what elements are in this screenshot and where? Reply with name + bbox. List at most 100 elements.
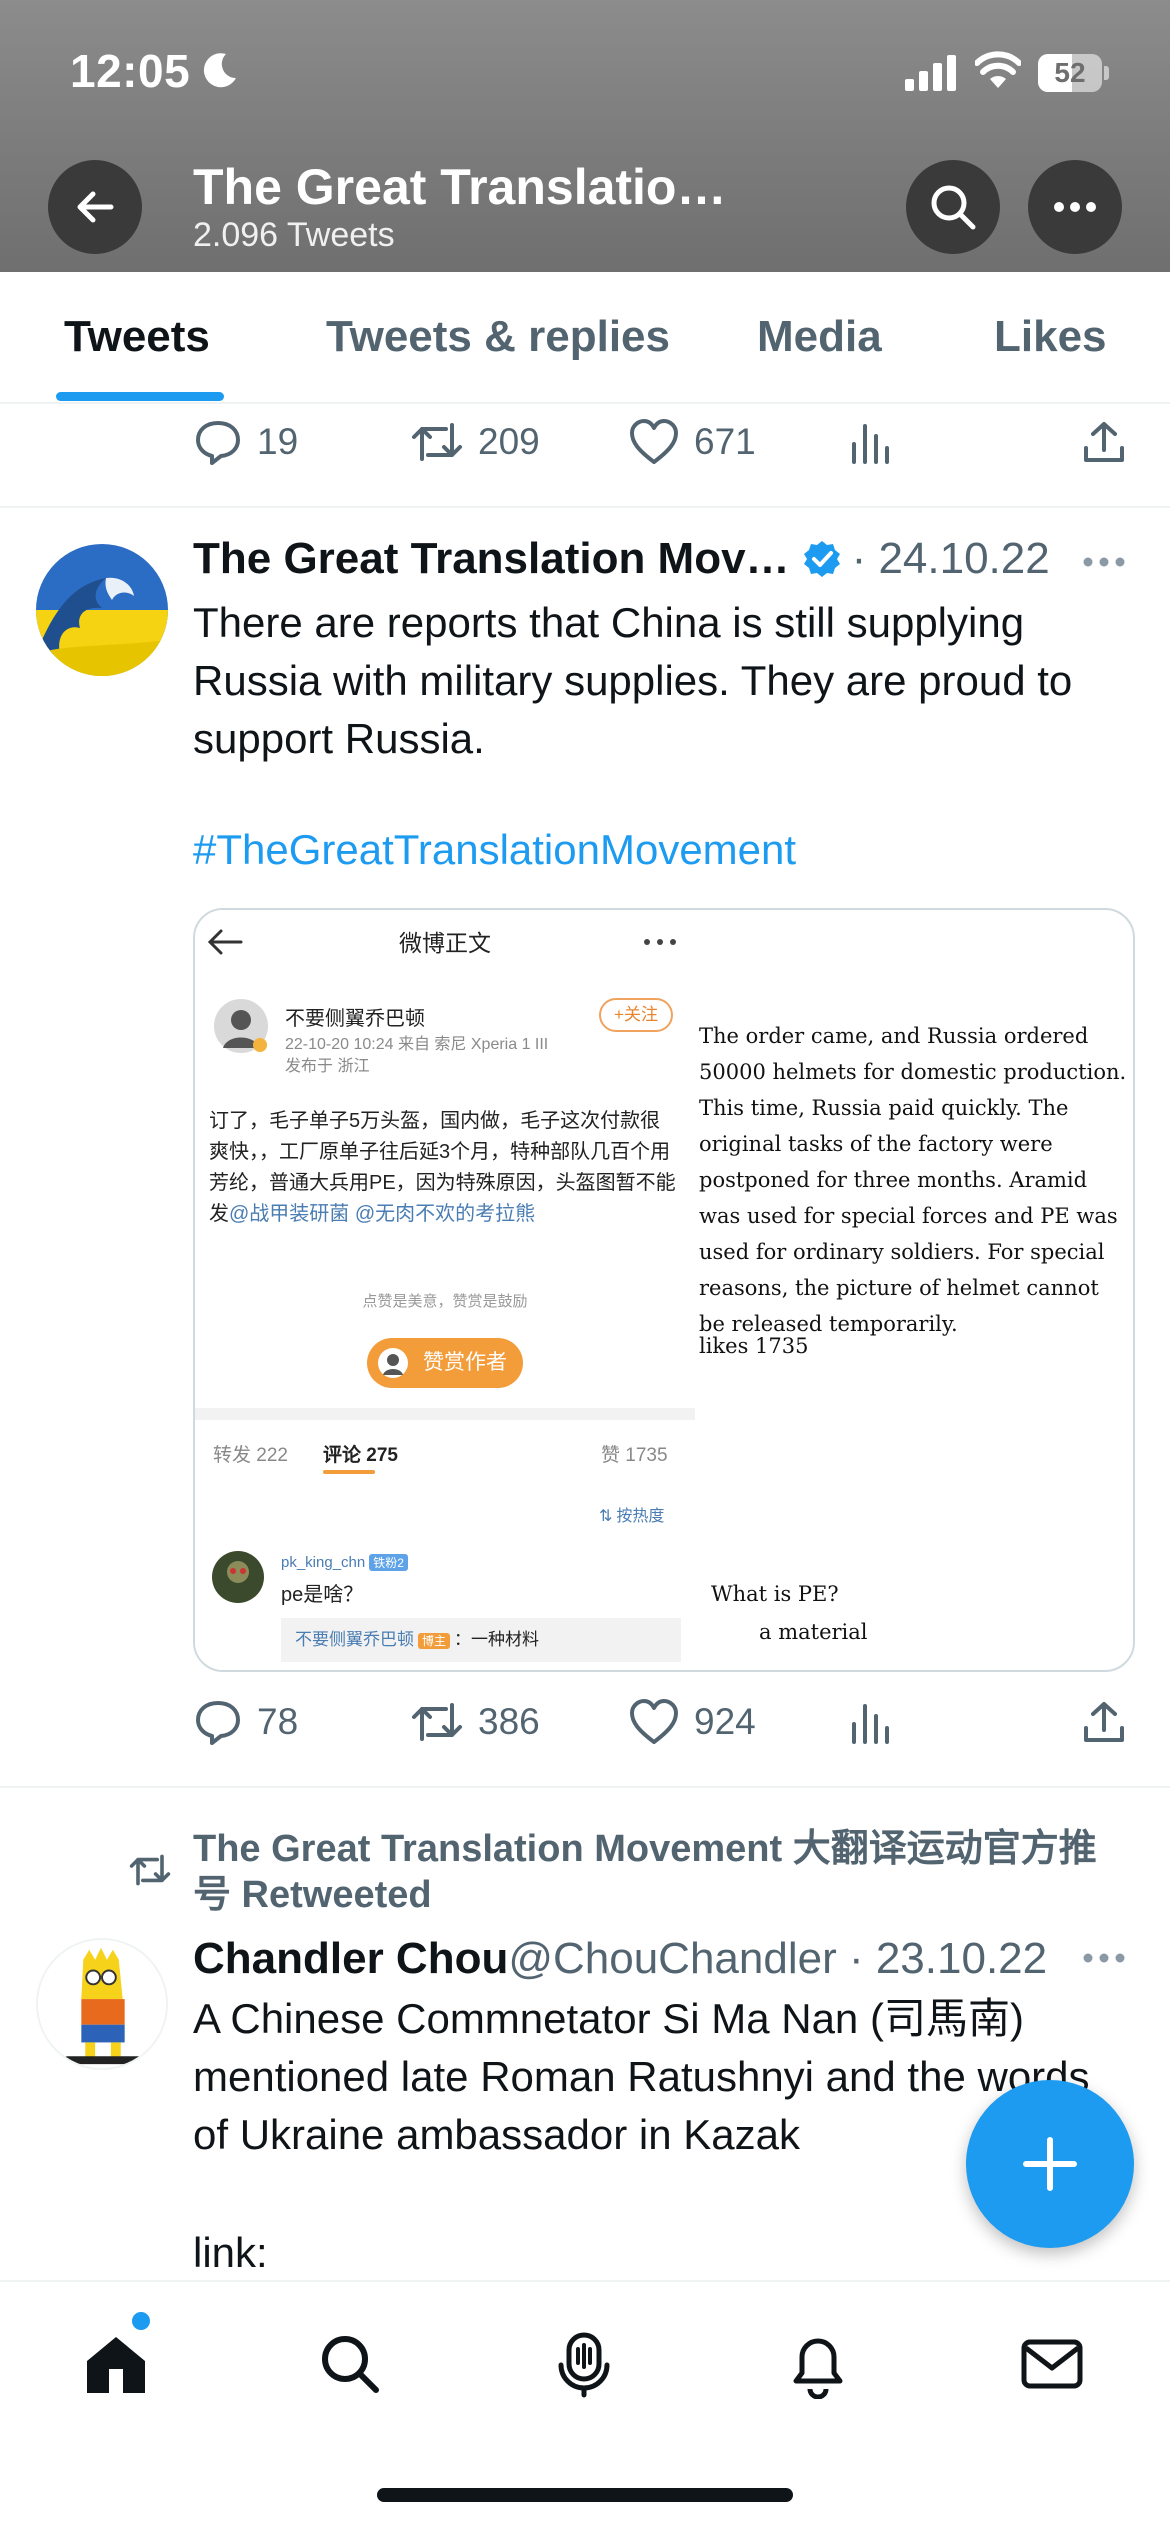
reply-icon bbox=[196, 421, 240, 465]
prev-tweet-action-bar: 19 209 671 bbox=[0, 412, 1170, 472]
avatar[interactable] bbox=[36, 1938, 168, 2070]
tweet-header: Chandler Chou @ChouChandler · 23.10.22 bbox=[193, 1934, 1047, 1984]
tweet-divider bbox=[0, 1786, 1170, 1788]
translation-text: The order came, and Russia ordered 50000… bbox=[699, 1024, 1127, 1336]
share-button[interactable] bbox=[1082, 412, 1126, 472]
moon-icon bbox=[203, 53, 236, 88]
author-name[interactable]: The Great Translation Mov… bbox=[193, 534, 790, 584]
tweet-divider bbox=[0, 506, 1170, 508]
search-icon bbox=[931, 185, 976, 230]
weibo-username: 不要侧翼乔巴顿 bbox=[285, 1008, 425, 1030]
status-time: 12:05 bbox=[70, 45, 191, 97]
retweeted-by-label[interactable]: The Great Translation Movement 大翻译运动官方推号… bbox=[193, 1826, 1133, 1918]
weibo-mentions: @战甲装研菌 @无肉不欢的考拉熊 bbox=[229, 1203, 536, 1225]
back-button[interactable] bbox=[48, 160, 142, 254]
tab-media[interactable]: Media bbox=[757, 312, 882, 362]
tweet-text: There are reports that China is still su… bbox=[193, 599, 1073, 762]
views-button[interactable] bbox=[848, 1692, 892, 1752]
more-horizontal-icon bbox=[644, 939, 676, 945]
translation-likes: likes 1735 bbox=[699, 1334, 809, 1358]
translation-answer: a material bbox=[759, 1620, 868, 1644]
weibo-commenter-avatar bbox=[212, 1551, 264, 1603]
weibo-location: 发布于 浙江 bbox=[285, 1058, 370, 1075]
nav-messages[interactable] bbox=[1012, 2324, 1092, 2404]
weibo-likes: 赞 1735 bbox=[601, 1445, 668, 1466]
weibo-title: 微博正文 bbox=[399, 930, 491, 956]
home-icon bbox=[87, 2337, 145, 2393]
weibo-comments: 评论 275 bbox=[323, 1445, 398, 1466]
avatar[interactable] bbox=[36, 544, 168, 676]
author-name[interactable]: Chandler Chou bbox=[193, 1934, 508, 1984]
tweet-more-icon[interactable] bbox=[1082, 556, 1126, 568]
weibo-topbar: 微博正文 bbox=[195, 910, 695, 974]
nav-explore[interactable] bbox=[310, 2324, 390, 2404]
active-tab-indicator bbox=[56, 392, 224, 401]
nav-home[interactable] bbox=[76, 2324, 156, 2404]
compose-tweet-button[interactable] bbox=[966, 2080, 1134, 2248]
retweet-icon bbox=[412, 1703, 462, 1741]
reply-count: 78 bbox=[257, 1701, 299, 1742]
tweet-media-image[interactable]: 微博正文 不要侧翼乔巴顿 22-10-20 10:24 来自 索尼 Xperia… bbox=[193, 908, 1135, 1672]
reply-icon bbox=[196, 1701, 240, 1745]
weibo-reward-button: 赞赏作者 bbox=[367, 1338, 523, 1388]
profile-tabs: Tweets Tweets & replies Media Likes bbox=[0, 272, 1170, 404]
heart-icon bbox=[630, 419, 678, 464]
author-handle-date: @ChouChandler · 23.10.22 bbox=[508, 1934, 1048, 1983]
weibo-body: 订了，毛子单子5万头盔，国内做，毛子这次付款很爽快，，工厂原单子往后延3个月，特… bbox=[209, 1106, 679, 1230]
analytics-icon bbox=[852, 424, 889, 464]
battery-indicator: 52 bbox=[1038, 54, 1110, 92]
nav-spaces[interactable] bbox=[544, 2324, 624, 2404]
weibo-reposts: 转发 222 bbox=[213, 1445, 288, 1466]
search-icon bbox=[322, 2336, 379, 2393]
wifi-icon bbox=[975, 51, 1021, 88]
profile-title: The Great Translatio… bbox=[193, 159, 727, 215]
search-button[interactable] bbox=[906, 160, 1000, 254]
analytics-icon bbox=[852, 1704, 889, 1744]
signal-icon bbox=[905, 55, 956, 91]
tweet-count: 2.096 Tweets bbox=[193, 216, 395, 254]
views-button[interactable] bbox=[848, 412, 892, 472]
share-button[interactable] bbox=[1082, 1692, 1126, 1752]
tab-tweets[interactable]: Tweets bbox=[64, 312, 210, 362]
retweet-button[interactable]: 209 bbox=[410, 412, 540, 472]
bell-icon bbox=[793, 2338, 843, 2399]
retweet-count: 386 bbox=[478, 1701, 540, 1742]
like-button[interactable]: 671 bbox=[628, 412, 756, 472]
battery-level: 52 bbox=[1054, 57, 1086, 88]
tab-likes[interactable]: Likes bbox=[994, 312, 1107, 362]
tweet-link-label: link: bbox=[193, 2229, 268, 2276]
weibo-comment-text: pe是啥？ bbox=[281, 1584, 364, 1606]
wave-avatar-image bbox=[36, 544, 168, 676]
like-button[interactable]: 924 bbox=[628, 1692, 756, 1752]
home-notification-dot bbox=[132, 2312, 150, 2330]
tweet-date: · 24.10.22 bbox=[851, 534, 1050, 583]
retweet-button[interactable]: 386 bbox=[410, 1692, 540, 1752]
weibo-commenter: pk_king_chn 铁粉2 bbox=[281, 1554, 408, 1571]
reply-button[interactable]: 19 bbox=[193, 412, 298, 472]
weibo-screenshot: 微博正文 不要侧翼乔巴顿 22-10-20 10:24 来自 索尼 Xperia… bbox=[195, 910, 695, 1670]
retweet-icon bbox=[129, 1854, 171, 1886]
hashtag-link[interactable]: #TheGreatTranslationMovement bbox=[193, 826, 796, 874]
plus-icon bbox=[1023, 2137, 1077, 2191]
nav-notifications[interactable] bbox=[778, 2324, 858, 2404]
more-options-button[interactable] bbox=[1028, 160, 1122, 254]
reply-button[interactable]: 78 bbox=[193, 1692, 298, 1752]
profile-header: 12:05 52 The Great Translatio… 2.096 Twe… bbox=[0, 0, 1170, 272]
retweet-count: 209 bbox=[478, 421, 540, 462]
reply-count: 19 bbox=[257, 421, 299, 462]
mail-icon bbox=[1021, 2339, 1083, 2389]
share-icon bbox=[1084, 422, 1124, 462]
weibo-tip: 点赞是美意，赞赏是鼓励 bbox=[362, 1293, 528, 1310]
cartoon-avatar-image bbox=[38, 1940, 166, 2068]
heart-icon bbox=[630, 1699, 678, 1744]
tab-tweets-replies[interactable]: Tweets & replies bbox=[326, 312, 670, 362]
spaces-microphone-icon bbox=[558, 2332, 610, 2398]
share-icon bbox=[1084, 1702, 1124, 1742]
like-count: 671 bbox=[694, 421, 756, 462]
more-horizontal-icon bbox=[1054, 202, 1096, 212]
weibo-avatar bbox=[214, 999, 268, 1053]
verified-badge-icon bbox=[803, 541, 840, 577]
tweet-action-bar: 78 386 924 bbox=[0, 1692, 1170, 1752]
tweet-more-icon[interactable] bbox=[1082, 1952, 1126, 1964]
weibo-reply: 不要侧翼乔巴顿 博主 ：一种材料 bbox=[281, 1618, 681, 1662]
